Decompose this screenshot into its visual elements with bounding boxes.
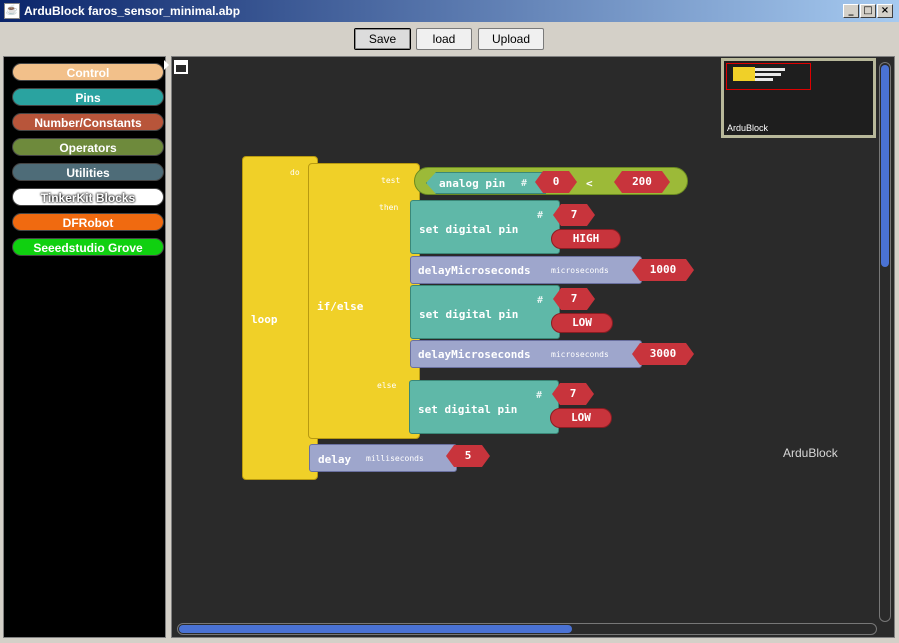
minimap-label: ArduBlock — [727, 123, 769, 133]
set-digital-pin-number-2[interactable]: 7 — [553, 288, 595, 310]
set-digital-pin-label-1: set digital pin — [419, 223, 519, 236]
set-digital-pin-label-3: set digital pin — [418, 403, 518, 416]
analog-pin-block[interactable]: analog pin # — [426, 172, 546, 194]
category-seeedstudio-grove[interactable]: Seeedstudio Grove — [12, 238, 164, 256]
delay-microseconds-block-1[interactable]: delayMicroseconds microseconds — [410, 256, 642, 284]
analog-pin-hash: # — [521, 178, 528, 189]
save-button[interactable]: Save — [354, 28, 411, 50]
set-digital-pin-block-1[interactable]: set digital pin # — [410, 200, 560, 254]
minimap-block-line-3 — [755, 78, 773, 81]
delay-label: delay — [318, 453, 352, 466]
minimap-block-line-2 — [755, 73, 781, 76]
set-digital-pin-number-1[interactable]: 7 — [553, 204, 595, 226]
maximize-window-button[interactable]: □ — [860, 4, 876, 18]
vertical-scrollbar[interactable] — [879, 62, 891, 622]
category-pins[interactable]: Pins — [12, 88, 164, 106]
loop-block[interactable]: loop do — [242, 156, 318, 480]
set-digital-pin-hash-2: # — [537, 295, 544, 306]
ifelse-then-label: then — [379, 203, 399, 212]
category-control[interactable]: Control — [12, 63, 164, 81]
set-digital-pin-hash-3: # — [536, 390, 543, 401]
delay-microseconds-label-1: delayMicroseconds — [418, 264, 531, 277]
set-digital-pin-hash-1: # — [537, 210, 544, 221]
set-digital-pin-number-3[interactable]: 7 — [552, 383, 594, 405]
analog-pin-label: analog pin — [439, 177, 506, 190]
comparison-value[interactable]: 200 — [614, 171, 670, 193]
analog-pin-number[interactable]: 0 — [535, 171, 577, 193]
title-bar: ☕ ArduBlock faros_sensor_minimal.abp _ □… — [0, 0, 899, 22]
set-digital-pin-block-2[interactable]: set digital pin # — [410, 285, 560, 339]
comparison-operator: < — [586, 177, 593, 190]
set-digital-pin-state-1[interactable]: HIGH — [551, 229, 621, 249]
delay-microseconds-label-2: delayMicroseconds — [418, 348, 531, 361]
delay-block[interactable]: delay milliseconds — [309, 444, 457, 472]
delay-value[interactable]: 5 — [446, 445, 490, 467]
ifelse-test-label: test — [381, 176, 401, 185]
category-dfrobot[interactable]: DFRobot — [12, 213, 164, 231]
loop-do-label: do — [290, 168, 300, 177]
block-category-panel: Control Pins Number/Constants Operators … — [3, 56, 166, 638]
category-number-constants[interactable]: Number/Constants — [12, 113, 164, 131]
collapse-panel-arrow-icon[interactable] — [164, 60, 169, 70]
category-tinkerkit-blocks[interactable]: TinkerKit Blocks — [12, 188, 164, 206]
load-button[interactable]: load — [416, 28, 472, 50]
set-digital-pin-state-2[interactable]: LOW — [551, 313, 613, 333]
category-operators[interactable]: Operators — [12, 138, 164, 156]
delay-microseconds-socket-2: microseconds — [551, 350, 609, 359]
set-digital-pin-state-3[interactable]: LOW — [550, 408, 612, 428]
delay-microseconds-value-2[interactable]: 3000 — [632, 343, 694, 365]
category-utilities[interactable]: Utilities — [12, 163, 164, 181]
set-digital-pin-block-3[interactable]: set digital pin # — [409, 380, 559, 434]
window-title: ArduBlock faros_sensor_minimal.abp — [24, 4, 241, 18]
java-app-icon: ☕ — [4, 3, 20, 19]
delay-socket: milliseconds — [366, 454, 424, 463]
minimize-window-button[interactable]: _ — [843, 4, 859, 18]
delay-microseconds-block-2[interactable]: delayMicroseconds microseconds — [410, 340, 642, 368]
delay-microseconds-socket-1: microseconds — [551, 266, 609, 275]
upload-button[interactable]: Upload — [478, 28, 544, 50]
horizontal-scroll-thumb[interactable] — [179, 625, 572, 633]
ifelse-block[interactable]: if/else test then else — [308, 163, 420, 439]
ardublock-watermark: ArduBlock — [783, 446, 838, 460]
delay-microseconds-value-1[interactable]: 1000 — [632, 259, 694, 281]
minimap-loop-thumb — [733, 67, 755, 81]
window-minimize-icon[interactable] — [174, 60, 188, 74]
vertical-scroll-thumb[interactable] — [881, 65, 889, 267]
canvas-minimap[interactable]: ArduBlock — [721, 58, 876, 138]
close-window-button[interactable]: × — [877, 4, 893, 18]
set-digital-pin-label-2: set digital pin — [419, 308, 519, 321]
loop-label: loop — [251, 313, 278, 326]
ifelse-else-label: else — [377, 381, 397, 390]
minimap-block-line-1 — [755, 68, 785, 71]
horizontal-scrollbar[interactable] — [177, 623, 877, 635]
ifelse-label: if/else — [317, 300, 364, 313]
